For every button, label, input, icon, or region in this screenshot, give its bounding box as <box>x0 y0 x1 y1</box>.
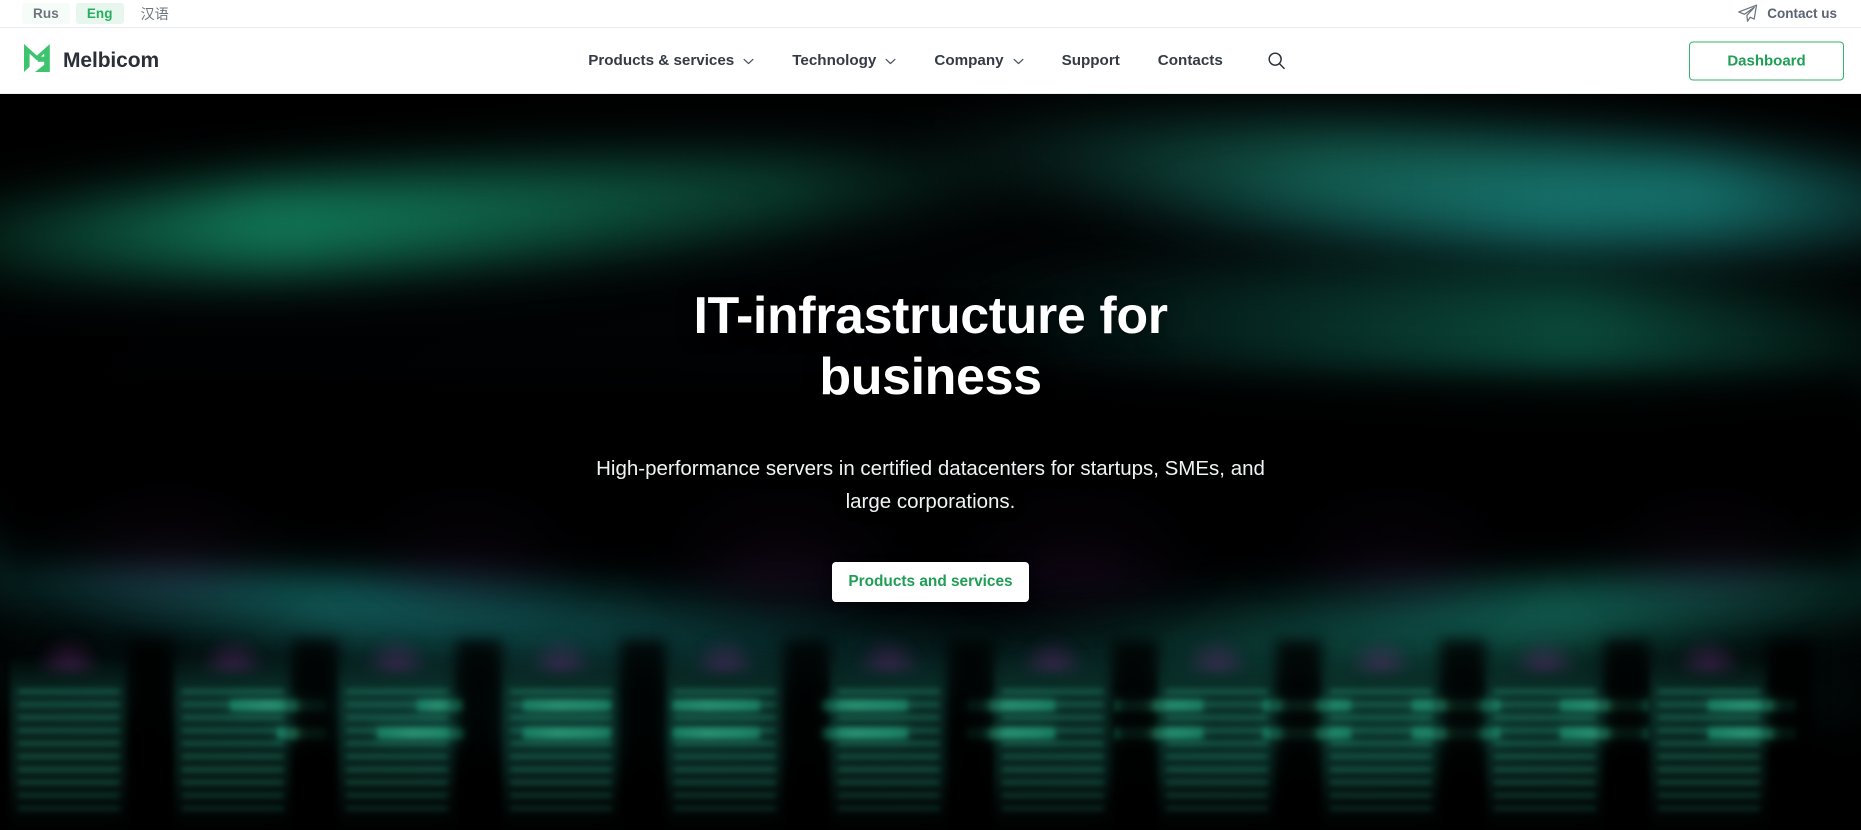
language-option-chinese[interactable]: 汉语 <box>130 3 180 25</box>
hero-title: IT-infrastructure for business <box>693 287 1168 406</box>
hero-section: IT-infrastructure for business High-perf… <box>0 94 1861 830</box>
nav-label: Technology <box>792 51 877 69</box>
products-and-services-cta-button[interactable]: Products and services <box>832 562 1029 603</box>
melbicom-m-logo-icon <box>22 42 52 79</box>
language-switcher: Rus Eng 汉语 <box>22 2 180 25</box>
primary-navigation: Products & services Technology Company S… <box>0 46 1861 76</box>
nav-item-contacts[interactable]: Contacts <box>1139 53 1242 68</box>
nav-item-products-services[interactable]: Products & services <box>569 52 773 68</box>
chevron-down-icon <box>743 53 754 68</box>
paper-plane-icon <box>1737 4 1758 23</box>
server-rack-silhouettes <box>0 640 1861 830</box>
contact-us-label: Contact us <box>1767 5 1837 21</box>
nav-item-company[interactable]: Company <box>915 52 1042 68</box>
nav-item-technology[interactable]: Technology <box>773 52 915 68</box>
brand-logo-link[interactable]: Melbicom <box>22 42 159 79</box>
hero-content: IT-infrastructure for business High-perf… <box>0 94 1861 603</box>
nav-label: Support <box>1061 51 1120 69</box>
nav-item-support[interactable]: Support <box>1043 53 1139 68</box>
hero-subtitle: High-performance servers in certified da… <box>596 456 1265 513</box>
search-icon[interactable] <box>1262 46 1292 76</box>
chevron-down-icon <box>1013 53 1024 68</box>
top-utility-bar: Rus Eng 汉语 Contact us <box>0 0 1861 28</box>
chevron-down-icon <box>885 53 896 68</box>
nav-label: Products & services <box>588 51 735 69</box>
main-header: Melbicom Products & services Technology … <box>0 28 1861 94</box>
brand-name: Melbicom <box>63 48 160 72</box>
nav-label: Company <box>934 51 1004 69</box>
dashboard-button[interactable]: Dashboard <box>1689 41 1844 80</box>
contact-us-link[interactable]: Contact us <box>1737 4 1837 23</box>
language-option-eng[interactable]: Eng <box>75 2 124 25</box>
nav-label: Contacts <box>1157 51 1223 69</box>
language-option-rus[interactable]: Rus <box>22 2 70 25</box>
